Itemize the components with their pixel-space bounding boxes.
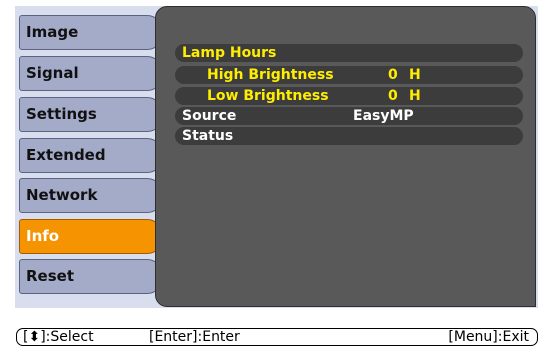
- menu-item-reset[interactable]: Reset: [19, 259, 163, 294]
- low-brightness-label: Low Brightness: [207, 88, 329, 104]
- high-brightness-label: High Brightness: [207, 67, 334, 83]
- info-row-lamp-hours: Lamp Hours: [175, 44, 523, 62]
- low-brightness-unit: H: [409, 88, 421, 104]
- key-hint-bar: [⬍]:Select [Enter]:Enter [Menu]:Exit: [16, 328, 538, 346]
- info-row-status: Status: [175, 127, 523, 145]
- info-row-low-brightness: Low Brightness 0 H: [175, 87, 523, 105]
- menu-item-image[interactable]: Image: [19, 15, 163, 50]
- menu-item-label: Signal: [26, 64, 79, 82]
- high-brightness-value: 0: [388, 67, 398, 83]
- menu-item-label: Extended: [26, 146, 106, 164]
- menu-item-label: Settings: [26, 105, 97, 123]
- high-brightness-unit: H: [409, 67, 421, 83]
- status-label: Status: [182, 128, 234, 144]
- menu-item-settings[interactable]: Settings: [19, 97, 163, 132]
- exit-hint: [Menu]:Exit: [448, 329, 529, 345]
- menu-item-label: Network: [26, 186, 98, 204]
- menu-item-label: Reset: [26, 267, 74, 285]
- menu-item-network[interactable]: Network: [19, 178, 163, 213]
- info-row-source: Source EasyMP: [175, 107, 523, 125]
- menu-item-label: Info: [26, 227, 60, 245]
- info-row-high-brightness: High Brightness 0 H: [175, 66, 523, 84]
- menu-item-label: Image: [26, 23, 79, 41]
- select-hint: [⬍]:Select: [23, 329, 94, 345]
- source-label: Source: [182, 108, 237, 124]
- menu-item-signal[interactable]: Signal: [19, 56, 163, 91]
- lamp-hours-label: Lamp Hours: [182, 45, 277, 61]
- source-value: EasyMP: [353, 108, 414, 124]
- enter-hint: [Enter]:Enter: [149, 329, 240, 345]
- low-brightness-value: 0: [388, 88, 398, 104]
- menu-item-info[interactable]: Info: [19, 219, 163, 254]
- menu-item-extended[interactable]: Extended: [19, 138, 163, 173]
